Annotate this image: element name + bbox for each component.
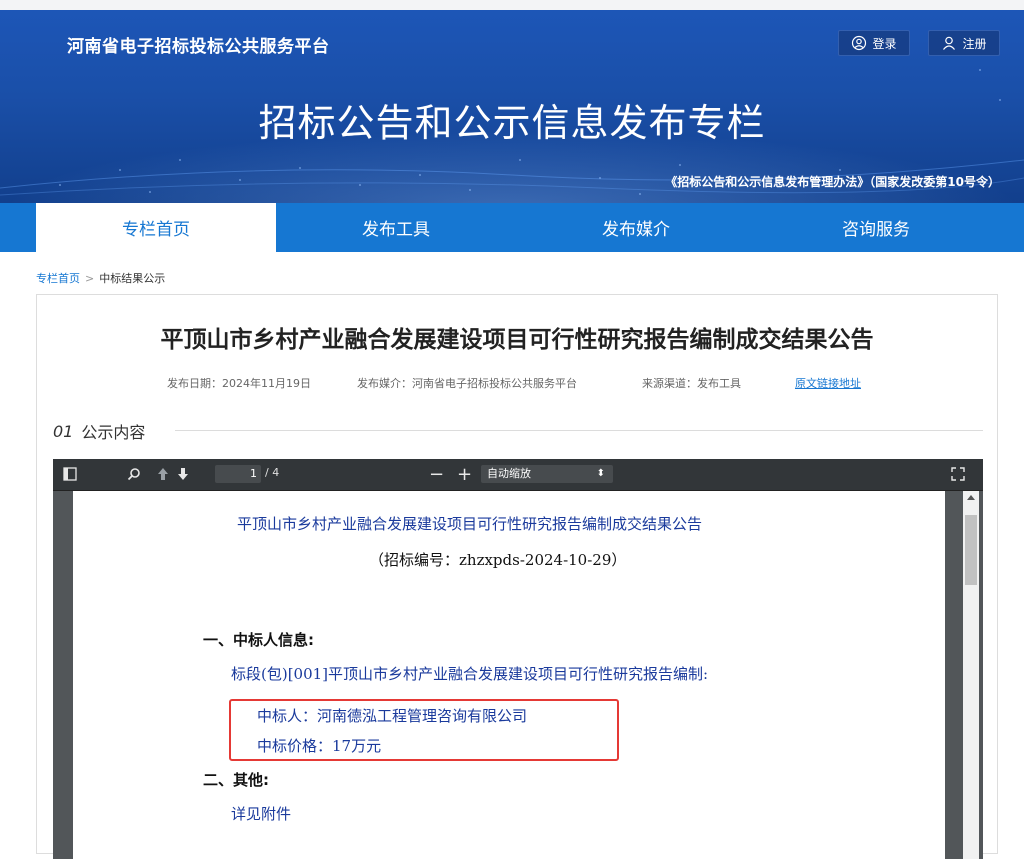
highlight-box <box>229 699 619 761</box>
breadcrumb-current: 中标结果公示 <box>99 272 166 285</box>
main-nav: 专栏首页 发布工具 发布媒介 咨询服务 <box>0 203 1024 252</box>
page-number-input[interactable]: 1 <box>215 465 261 483</box>
pdf-section2-heading: 二、其他: <box>203 771 269 789</box>
login-button[interactable]: 登录 <box>838 30 910 56</box>
pdf-viewer: 1 / 4 − + 自动缩放 ⬍ 平顶山市乡村产业融合发展建设项目可行性研究报告… <box>53 459 983 859</box>
nav-item-publish-media[interactable]: 发布媒介 <box>516 203 756 252</box>
section-header: 01 公示内容 <box>53 419 145 443</box>
publish-date: 发布日期：2024年11月19日 <box>167 377 311 390</box>
user-circle-icon <box>852 35 867 51</box>
search-icon[interactable] <box>127 467 141 481</box>
login-label: 登录 <box>872 36 897 51</box>
zoom-select-value: 自动缩放 <box>487 467 531 480</box>
nav-item-consulting[interactable]: 咨询服务 <box>756 203 996 252</box>
pdf-section1-heading: 一、中标人信息: <box>203 631 314 649</box>
previous-page-icon[interactable] <box>157 467 169 481</box>
pdf-scrollbar[interactable] <box>963 491 979 859</box>
next-page-icon[interactable] <box>177 467 189 481</box>
article-card: 平顶山市乡村产业融合发展建设项目可行性研究报告编制成交结果公告 发布日期：202… <box>36 294 998 859</box>
section-label: 公示内容 <box>81 423 146 442</box>
top-strip <box>0 0 1024 10</box>
section-divider <box>175 430 983 431</box>
zoom-select[interactable]: 自动缩放 ⬍ <box>481 465 613 483</box>
scrollbar-thumb[interactable] <box>965 515 977 585</box>
chevron-down-icon: ⬍ <box>596 468 605 479</box>
banner-title: 招标公告和公示信息发布专栏 <box>258 101 766 145</box>
sidebar-toggle-icon[interactable] <box>63 467 77 481</box>
register-button[interactable]: 注册 <box>928 30 1000 56</box>
zoom-in-icon[interactable]: + <box>457 464 472 485</box>
publish-media: 发布媒介：河南省电子招标投标公共服务平台 <box>357 377 577 390</box>
register-label: 注册 <box>962 36 987 51</box>
original-link[interactable]: 原文链接地址 <box>795 375 861 391</box>
pdf-toolbar: 1 / 4 − + 自动缩放 ⬍ <box>53 459 983 491</box>
breadcrumb-separator: > <box>85 271 95 285</box>
zoom-out-icon[interactable]: − <box>429 464 444 485</box>
header-banner: 河南省电子招标投标公共服务平台 登录 注册 招标公告和公示信息发布专栏 《招标公… <box>0 10 1024 203</box>
pdf-other-detail: 详见附件 <box>231 805 292 823</box>
pdf-title: 平顶山市乡村产业融合发展建设项目可行性研究报告编制成交结果公告 <box>237 515 703 533</box>
law-note: 《招标公告和公示信息发布管理办法》（国家发改委第10号令） <box>665 175 1000 189</box>
breadcrumb-home-link[interactable]: 专栏首页 <box>36 270 80 286</box>
source-channel: 来源渠道：发布工具 <box>642 377 741 390</box>
site-name: 河南省电子招标投标公共服务平台 <box>67 37 330 57</box>
pdf-page: 平顶山市乡村产业融合发展建设项目可行性研究报告编制成交结果公告 （招标编号：zh… <box>73 491 945 859</box>
nav-item-publish-tools[interactable]: 发布工具 <box>276 203 516 252</box>
article-title: 平顶山市乡村产业融合发展建设项目可行性研究报告编制成交结果公告 <box>160 327 874 353</box>
pdf-lot-line: 标段(包)[001]平顶山市乡村产业融合发展建设项目可行性研究报告编制: <box>231 665 709 683</box>
user-icon <box>943 36 956 50</box>
fullscreen-icon[interactable] <box>951 467 965 481</box>
section-number: 01 <box>53 421 74 441</box>
pdf-tender-number: （招标编号：zhzxpds-2024-10-29） <box>369 551 627 569</box>
breadcrumb: 专栏首页 > 中标结果公示 <box>36 270 165 286</box>
scroll-up-icon[interactable] <box>967 495 975 500</box>
nav-item-home[interactable]: 专栏首页 <box>36 203 276 252</box>
page-total: / 4 <box>265 466 280 479</box>
